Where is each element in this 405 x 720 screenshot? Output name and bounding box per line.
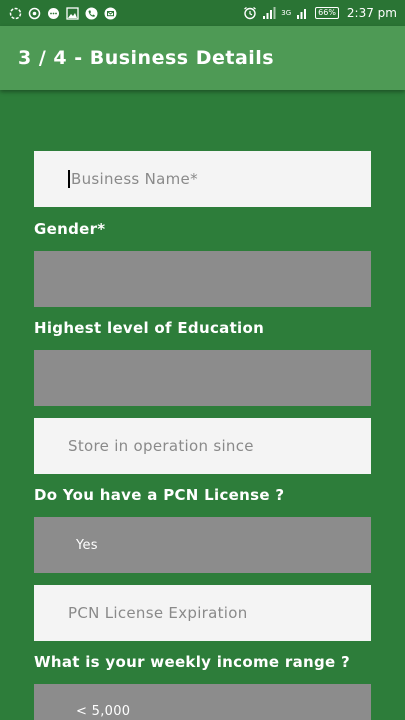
pcn-license-value: Yes [76, 537, 98, 553]
network-type: 3G [281, 9, 292, 17]
whatsapp-icon [27, 6, 41, 20]
store-since-input[interactable]: Store in operation since [34, 418, 371, 474]
store-since-placeholder: Store in operation since [68, 437, 254, 455]
sync-icon [8, 6, 22, 20]
pcn-expiration-input[interactable]: PCN License Expiration [34, 585, 371, 641]
weekly-income-select[interactable]: < 5,000 [34, 684, 371, 720]
clock: 2:37 pm [346, 6, 397, 20]
phone-icon [84, 6, 98, 20]
signal-icon [262, 6, 276, 20]
gender-label: Gender* [34, 220, 106, 238]
chat-icon [46, 6, 60, 20]
status-bar: 3G 66% 2:37 pm [0, 0, 405, 26]
battery-icon: 66% [315, 7, 339, 19]
pcn-license-label: Do You have a PCN License ? [34, 486, 285, 504]
pcn-expiration-placeholder: PCN License Expiration [68, 604, 248, 622]
weekly-income-label: What is your weekly income range ? [34, 653, 351, 671]
weekly-income-value: < 5,000 [76, 704, 131, 719]
notification-icons [8, 6, 117, 20]
education-label: Highest level of Education [34, 319, 265, 337]
gender-select[interactable] [34, 251, 371, 307]
business-name-input[interactable]: Business Name* [34, 151, 371, 207]
signal-2-icon [296, 6, 310, 20]
system-icons: 3G 66% 2:37 pm [243, 6, 397, 20]
pcn-license-select[interactable]: Yes [34, 517, 371, 573]
gallery-icon [65, 6, 79, 20]
app-bar: 3 / 4 - Business Details [0, 26, 405, 90]
mail-icon [103, 6, 117, 20]
education-select[interactable] [34, 350, 371, 406]
alarm-icon [243, 6, 257, 20]
business-name-placeholder: Business Name* [71, 170, 198, 188]
page-title: 3 / 4 - Business Details [18, 47, 275, 69]
text-cursor [68, 170, 70, 188]
